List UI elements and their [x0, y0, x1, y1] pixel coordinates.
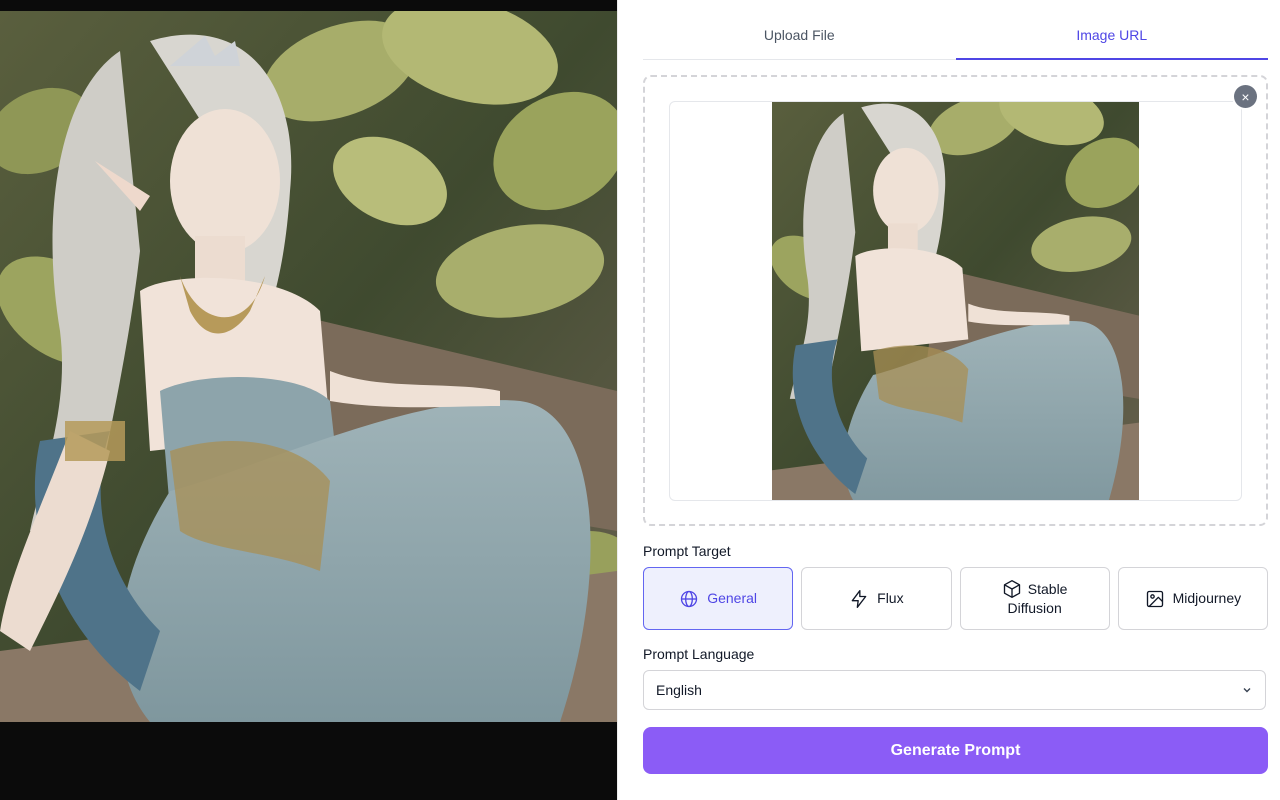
image-preview-frame — [669, 101, 1242, 501]
target-flux-label: Flux — [877, 590, 904, 606]
pane-divider — [617, 0, 618, 800]
generate-prompt-button[interactable]: Generate Prompt — [643, 727, 1268, 774]
chevron-down-icon — [1243, 688, 1251, 693]
target-flux[interactable]: Flux — [801, 567, 952, 630]
remove-image-button[interactable]: × — [1234, 85, 1257, 108]
image-viewer — [0, 0, 617, 800]
language-select[interactable]: English — [643, 670, 1266, 710]
target-diffusion-label: Diffusion — [1007, 600, 1062, 616]
tab-upload-file[interactable]: Upload File — [643, 18, 956, 59]
image-preview-thumbnail — [772, 102, 1139, 500]
prompt-target-options: General Flux Stable Diffusion Midjourney — [643, 567, 1268, 630]
target-stable-label: Stable — [1027, 580, 1068, 597]
uploaded-image-large — [0, 11, 617, 722]
target-midjourney-label: Midjourney — [1172, 590, 1242, 606]
source-tabs: Upload File Image URL — [643, 18, 1268, 60]
tab-image-url[interactable]: Image URL — [955, 18, 1269, 60]
globe-icon — [681, 590, 698, 607]
elf-illustration — [0, 11, 617, 722]
target-general[interactable]: General — [643, 567, 794, 630]
image-icon — [1146, 590, 1163, 607]
language-select-value: English — [656, 682, 702, 698]
cube-icon — [1003, 580, 1020, 598]
target-midjourney[interactable]: Midjourney — [1117, 567, 1268, 630]
close-icon: × — [1241, 88, 1250, 105]
lightning-icon — [851, 589, 867, 608]
target-stable-diffusion[interactable]: Stable Diffusion — [959, 567, 1110, 630]
prompt-target-label: Prompt Target — [643, 543, 731, 559]
prompt-language-label: Prompt Language — [643, 646, 755, 662]
elf-thumbnail — [772, 102, 1139, 500]
target-general-label: General — [707, 590, 758, 606]
